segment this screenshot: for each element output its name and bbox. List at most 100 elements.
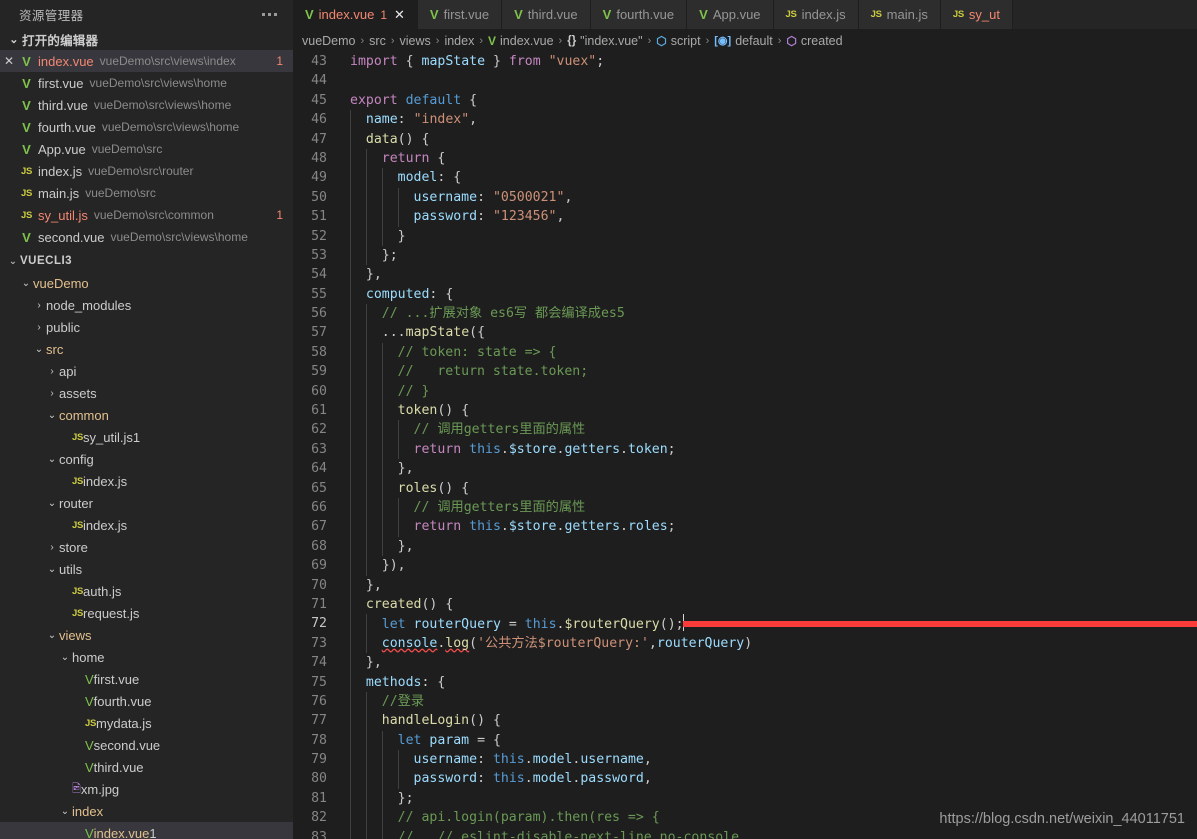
chevron-right-icon[interactable]: ›: [32, 322, 46, 333]
breadcrumb-item[interactable]: {} "index.vue": [567, 34, 642, 48]
code-line[interactable]: export default {: [350, 91, 1197, 110]
code-line[interactable]: }: [350, 226, 1197, 246]
code-line[interactable]: token() {: [350, 401, 1197, 421]
code-line[interactable]: },: [350, 265, 1197, 285]
chevron-down-icon[interactable]: ⌄: [58, 806, 72, 817]
tree-file-item[interactable]: JS mydata.js: [0, 712, 293, 734]
code-line[interactable]: roles() {: [350, 478, 1197, 498]
tree-folder-item[interactable]: ⌄ index: [0, 800, 293, 822]
tree-file-item[interactable]: Vfourth.vue: [0, 690, 293, 712]
code-line[interactable]: methods: {: [350, 672, 1197, 692]
chevron-down-icon[interactable]: ⌄: [45, 564, 59, 575]
open-editor-item[interactable]: ✕ Vindex.vue vueDemo\src\views\index 1: [0, 50, 293, 72]
code-line[interactable]: data() {: [350, 129, 1197, 149]
editor-tab[interactable]: Vfourth.vue: [590, 0, 688, 29]
editor-tab[interactable]: Vthird.vue: [502, 0, 591, 29]
tree-file-item[interactable]: Vthird.vue: [0, 756, 293, 778]
code-line[interactable]: // 调用getters里面的属性: [350, 497, 1197, 518]
chevron-down-icon[interactable]: ⌄: [6, 256, 20, 267]
breadcrumb-item[interactable]: ⬡ script: [656, 34, 700, 48]
code-line[interactable]: },: [350, 653, 1197, 673]
open-editor-item[interactable]: Vfirst.vue vueDemo\src\views\home: [0, 72, 293, 94]
tree-folder-item[interactable]: › store: [0, 536, 293, 558]
tree-folder-item[interactable]: ⌄ config: [0, 448, 293, 470]
tab-close-icon[interactable]: ✕: [394, 8, 405, 21]
code-line[interactable]: return this.$store.getters.roles;: [350, 517, 1197, 537]
editor-tab[interactable]: JS main.js: [858, 0, 941, 29]
tree-file-item[interactable]: JS sy_util.js 1: [0, 426, 293, 448]
code-line[interactable]: },: [350, 536, 1197, 557]
code-line[interactable]: created() {: [350, 594, 1197, 615]
tree-file-item[interactable]: JS auth.js: [0, 580, 293, 602]
tree-folder-item[interactable]: › assets: [0, 382, 293, 404]
breadcrumb-item[interactable]: vueDemo: [302, 34, 356, 48]
code-line[interactable]: let param = {: [350, 730, 1197, 751]
open-editor-item[interactable]: Vthird.vue vueDemo\src\views\home: [0, 94, 293, 116]
sidebar-scrollbar[interactable]: [283, 28, 293, 788]
tree-file-item[interactable]: JS request.js: [0, 602, 293, 624]
code-line[interactable]: return {: [350, 148, 1197, 169]
code-line[interactable]: //登录: [350, 691, 1197, 712]
tree-folder-item[interactable]: › api: [0, 360, 293, 382]
chevron-down-icon[interactable]: ⌄: [45, 498, 59, 509]
open-editor-item[interactable]: JS index.js vueDemo\src\router: [0, 160, 293, 182]
tree-folder-item[interactable]: ⌄ VUECLI3: [0, 250, 293, 272]
code-line[interactable]: // api.login(param).then(res => {: [350, 808, 1197, 828]
close-icon[interactable]: ✕: [0, 55, 18, 67]
code-line[interactable]: // 调用getters里面的属性: [350, 420, 1197, 440]
breadcrumb-item[interactable]: src: [369, 34, 386, 48]
chevron-down-icon[interactable]: ⌄: [58, 652, 72, 663]
breadcrumb-item[interactable]: views: [400, 34, 431, 48]
tree-file-item[interactable]: JS index.js: [0, 514, 293, 536]
chevron-right-icon[interactable]: ›: [32, 300, 46, 311]
chevron-down-icon[interactable]: ⌄: [45, 454, 59, 465]
open-editor-item[interactable]: Vfourth.vue vueDemo\src\views\home: [0, 116, 293, 138]
tree-file-item[interactable]: Vindex.vue 1: [0, 822, 293, 839]
tree-folder-item[interactable]: › node_modules: [0, 294, 293, 316]
code-line[interactable]: username: this.model.username,: [350, 750, 1197, 770]
tree-file-item[interactable]: JS index.js: [0, 470, 293, 492]
open-editor-item[interactable]: V App.vue vueDemo\src: [0, 138, 293, 160]
ellipsis-icon[interactable]: [258, 10, 281, 19]
code-line[interactable]: name: "index",: [350, 110, 1197, 130]
code-line[interactable]: computed: {: [350, 284, 1197, 305]
code-line[interactable]: // token: state => {: [350, 342, 1197, 363]
code-line[interactable]: };: [350, 245, 1197, 266]
tree-file-item[interactable]: 🖻 xm.jpg: [0, 778, 293, 800]
editor-tab[interactable]: JS sy_ut: [940, 0, 1013, 29]
code-editor[interactable]: 43 44 45 46 47 48 49 50 51 52 53 54 55 56 57 58 59 60 61 62…: [293, 52, 1197, 839]
code-line[interactable]: handleLogin() {: [350, 711, 1197, 731]
editor-tab[interactable]: Vfirst.vue: [417, 0, 503, 29]
tree-folder-item[interactable]: ⌄ utils: [0, 558, 293, 580]
breadcrumb-item[interactable]: ⬡ created: [786, 34, 842, 48]
code-content[interactable]: import { mapState } from "vuex"; export d…: [340, 52, 1197, 839]
code-line[interactable]: import { mapState } from "vuex";: [350, 52, 1197, 71]
code-line[interactable]: // // eslint-disable-next-line no-consol…: [350, 827, 1197, 839]
tree-folder-item[interactable]: ⌄ vueDemo: [0, 272, 293, 294]
open-editor-item[interactable]: JS main.js vueDemo\src: [0, 182, 293, 204]
breadcrumb-item[interactable]: index: [444, 34, 474, 48]
chevron-down-icon[interactable]: ⌄: [45, 630, 59, 641]
tree-folder-item[interactable]: › public: [0, 316, 293, 338]
code-line[interactable]: password: "123456",: [350, 207, 1197, 227]
code-line[interactable]: // }: [350, 381, 1197, 402]
code-line[interactable]: },: [350, 459, 1197, 479]
open-editor-item[interactable]: Vsecond.vue vueDemo\src\views\home: [0, 226, 293, 248]
code-line[interactable]: },: [350, 575, 1197, 595]
code-line[interactable]: return this.$store.getters.token;: [350, 439, 1197, 460]
code-line[interactable]: }),: [350, 556, 1197, 576]
chevron-right-icon[interactable]: ›: [45, 388, 59, 399]
tree-folder-item[interactable]: ⌄ views: [0, 624, 293, 646]
editor-tab[interactable]: V App.vue: [687, 0, 774, 29]
code-line[interactable]: // return state.token;: [350, 362, 1197, 382]
editor-tab[interactable]: Vindex.vue 1 ✕: [293, 0, 418, 29]
tree-file-item[interactable]: Vsecond.vue: [0, 734, 293, 756]
editor-tab[interactable]: JS index.js: [773, 0, 859, 29]
code-line[interactable]: model: {: [350, 168, 1197, 188]
chevron-down-icon[interactable]: ⌄: [32, 344, 46, 355]
breadcrumb-item[interactable]: Vindex.vue: [488, 34, 554, 48]
tree-folder-item[interactable]: ⌄ home: [0, 646, 293, 668]
tree-folder-item[interactable]: ⌄ src: [0, 338, 293, 360]
code-line[interactable]: ...mapState({: [350, 323, 1197, 343]
chevron-right-icon[interactable]: ›: [45, 366, 59, 377]
